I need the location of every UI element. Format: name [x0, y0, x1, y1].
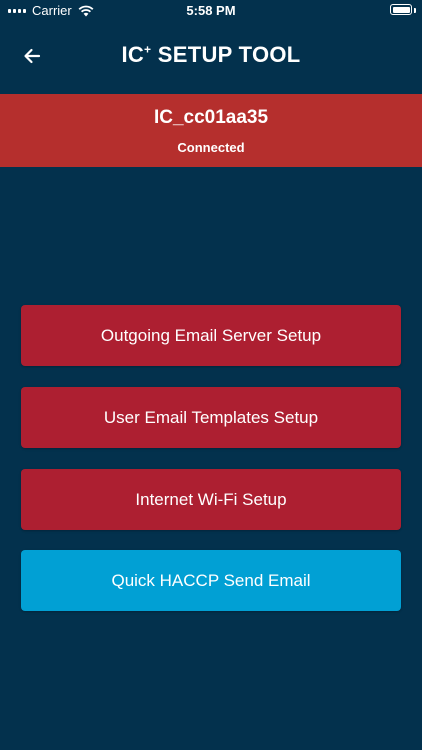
title-rest: SETUP TOOL	[151, 42, 301, 67]
outgoing-email-server-setup-button[interactable]: Outgoing Email Server Setup	[21, 305, 401, 366]
quick-haccp-send-email-button[interactable]: Quick HACCP Send Email	[21, 550, 401, 611]
battery-nub	[414, 8, 416, 13]
status-time: 5:58 PM	[186, 3, 236, 18]
battery-icon	[390, 4, 412, 15]
title-main: IC	[121, 42, 145, 67]
status-bar: Carrier 5:58 PM	[0, 0, 422, 22]
internet-wifi-setup-button[interactable]: Internet Wi-Fi Setup	[21, 469, 401, 530]
nav-bar: IC+ SETUP TOOL	[0, 22, 422, 94]
user-email-templates-setup-button[interactable]: User Email Templates Setup	[21, 387, 401, 448]
device-banner: IC_cc01aa35 Connected	[0, 94, 422, 167]
device-name: IC_cc01aa35	[153, 107, 269, 128]
connection-status: Connected	[177, 140, 245, 155]
page-title: IC+ SETUP TOOL	[0, 42, 422, 68]
